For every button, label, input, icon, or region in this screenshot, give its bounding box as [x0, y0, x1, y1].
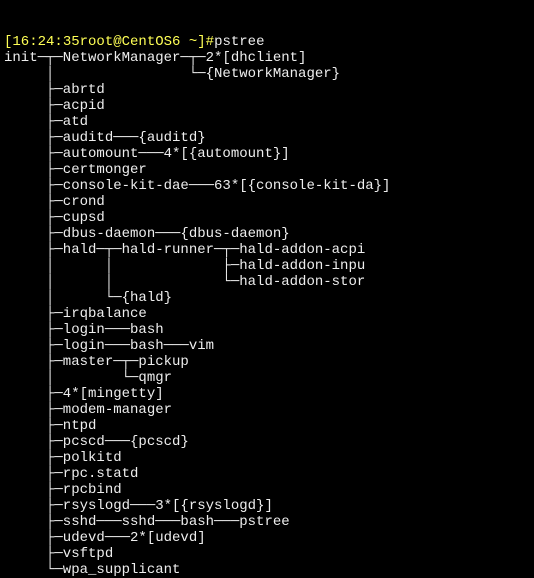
tree-line: └─wpa_supplicant: [4, 562, 180, 578]
tree-line: ├─automount───4*[{automount}]: [4, 146, 290, 162]
tree-line: init─┬─NetworkManager─┬─2*[dhclient]: [4, 50, 306, 66]
tree-line: ├─udevd───2*[udevd]: [4, 530, 206, 546]
tree-line: ├─login───bash: [4, 322, 164, 338]
tree-line: │ │ ├─hald-addon-inpu: [4, 258, 365, 274]
tree-line: ├─vsftpd: [4, 546, 113, 562]
tree-line: ├─acpid: [4, 98, 105, 114]
tree-line: ├─master─┬─pickup: [4, 354, 189, 370]
tree-line: ├─abrtd: [4, 82, 105, 98]
tree-line: ├─dbus-daemon───{dbus-daemon}: [4, 226, 290, 242]
prompt-close-bracket: ]: [197, 34, 205, 50]
tree-line: ├─polkitd: [4, 450, 122, 466]
tree-line: ├─atd: [4, 114, 88, 130]
tree-line: ├─sshd───sshd───bash───pstree: [4, 514, 290, 530]
tree-line: │ │ └─hald-addon-stor: [4, 274, 365, 290]
tree-line: │ └─qmgr: [4, 370, 172, 386]
tree-line: │ └─{NetworkManager}: [4, 66, 340, 82]
tree-line: ├─rpcbind: [4, 482, 122, 498]
tree-line: ├─crond: [4, 194, 105, 210]
tree-line: ├─rpc.statd: [4, 466, 138, 482]
tree-line: ├─irqbalance: [4, 306, 147, 322]
prompt-line: [16:24:35root@CentOS6 ~]#pstree: [4, 34, 265, 50]
tree-line: ├─console-kit-dae───63*[{console-kit-da}…: [4, 178, 390, 194]
tree-line: ├─modem-manager: [4, 402, 172, 418]
tree-line: ├─pcscd───{pcscd}: [4, 434, 189, 450]
tree-line: │ └─{hald}: [4, 290, 172, 306]
tree-line: ├─auditd───{auditd}: [4, 130, 206, 146]
tree-line: ├─ntpd: [4, 418, 96, 434]
prompt-user-host: root@CentOS6: [80, 34, 181, 50]
prompt-cwd: ~: [180, 34, 197, 50]
tree-line: ├─cupsd: [4, 210, 105, 226]
tree-line: ├─4*[mingetty]: [4, 386, 164, 402]
tree-line: ├─certmonger: [4, 162, 147, 178]
tree-line: ├─hald─┬─hald-runner─┬─hald-addon-acpi: [4, 242, 365, 258]
command-text[interactable]: pstree: [214, 34, 264, 50]
tree-line: ├─rsyslogd───3*[{rsyslogd}]: [4, 498, 273, 514]
prompt-hash: #: [206, 34, 214, 50]
tree-line: ├─login───bash───vim: [4, 338, 214, 354]
prompt-time: 16:24:35: [12, 34, 79, 50]
